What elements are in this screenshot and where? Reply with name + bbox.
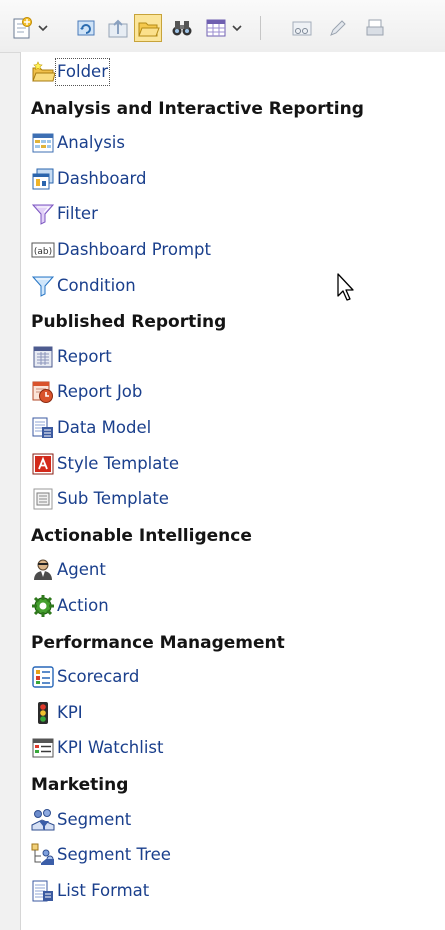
toolbar [0,0,445,53]
menu-item-filter[interactable]: Filter [21,199,441,229]
menu-item-label: Scorecard [57,667,140,687]
menu-item-label: Report Job [57,382,143,402]
list-format-icon [31,879,55,903]
svg-text:(ab): (ab) [34,247,52,257]
section-header: Marketing [31,775,129,795]
menu-item-segment-tree[interactable]: Segment Tree [21,840,441,870]
menu-item-label: Action [57,596,109,615]
menu-item-label: Segment [57,809,132,829]
menu-item-label: Data Model [57,418,152,437]
menu-item-folder[interactable]: Folder [21,57,441,87]
menu-item-label: Report [57,346,112,366]
menu-item-scorecard[interactable]: Scorecard [21,662,441,692]
binoculars-icon [170,16,194,40]
style-template-icon [31,452,55,476]
menu-item-dashboard-prompt[interactable]: (ab) Dashboard Prompt [21,235,441,265]
dashboard-icon [31,167,55,191]
menu-item-label: KPI Watchlist [57,738,164,758]
new-document-icon [10,16,34,40]
menu-item-report-job[interactable]: Report Job [21,377,441,407]
menu-item-label: Segment Tree [57,845,171,865]
menu-item-label: Analysis [57,133,125,153]
menu-item-analysis[interactable]: Analysis [21,128,441,158]
data-model-icon [31,416,55,440]
menu-item-sub-template[interactable]: Sub Template [21,484,441,514]
menu-item-kpi[interactable]: KPI [21,698,441,728]
section-header: Actionable Intelligence [31,525,252,546]
menu-item-style-template[interactable]: Style Template [21,449,441,479]
section-header: Published Reporting [31,312,227,333]
chevron-down-icon[interactable] [37,22,49,34]
menu-item-label: Sub Template [57,489,169,509]
chevron-down-icon[interactable] [231,22,243,34]
analysis-icon [31,131,55,155]
kpi-watchlist-icon [31,736,55,760]
action-icon [31,594,55,618]
menu-item-label: Agent [57,560,106,580]
menu-item-action[interactable]: Action [21,591,441,621]
menu-item-label: Folder [55,58,110,86]
section-header: Analysis and Interactive Reporting [31,98,364,119]
kpi-icon [31,701,55,725]
segment-tree-icon [31,843,55,867]
print-icon [364,16,388,40]
edit-pencil-icon [326,16,350,40]
section-header: Performance Management [31,632,285,653]
menu-item-label: Dashboard Prompt [57,240,211,259]
menu-item-condition[interactable]: Condition [21,271,441,301]
refresh-icon [74,16,98,40]
menu-item-label: List Format [57,880,150,900]
open-folder-icon [136,16,160,40]
grid-view-icon [204,16,228,40]
new-item-menu: Folder Analysis and Interactive Reporting… [20,52,445,930]
new-folder-icon [31,60,55,84]
condition-icon [31,274,55,298]
mouse-pointer-icon [337,273,354,301]
agent-icon [31,558,55,582]
toolbar-separator [260,16,261,40]
menu-item-data-model[interactable]: Data Model [21,413,441,443]
segment-icon [31,808,55,832]
menu-item-kpi-watchlist[interactable]: KPI Watchlist [21,733,441,763]
filter-icon [31,202,55,226]
menu-item-list-format[interactable]: List Format [21,876,441,906]
menu-item-label: Condition [57,275,136,295]
sub-template-icon [31,487,55,511]
properties-icon [290,16,314,40]
upload-icon [106,16,130,40]
menu-item-report[interactable]: Report [21,342,441,372]
report-icon [31,345,55,369]
menu-item-dashboard[interactable]: Dashboard [21,164,441,194]
report-job-icon [31,380,55,404]
menu-item-label: Style Template [57,453,179,473]
menu-item-label: Dashboard [57,168,147,188]
dashboard-prompt-icon: (ab) [31,238,55,262]
menu-item-label: KPI [57,702,83,722]
menu-item-agent[interactable]: Agent [21,555,441,585]
menu-item-label: Filter [57,204,98,224]
scorecard-icon [31,665,55,689]
menu-item-segment[interactable]: Segment [21,805,441,835]
